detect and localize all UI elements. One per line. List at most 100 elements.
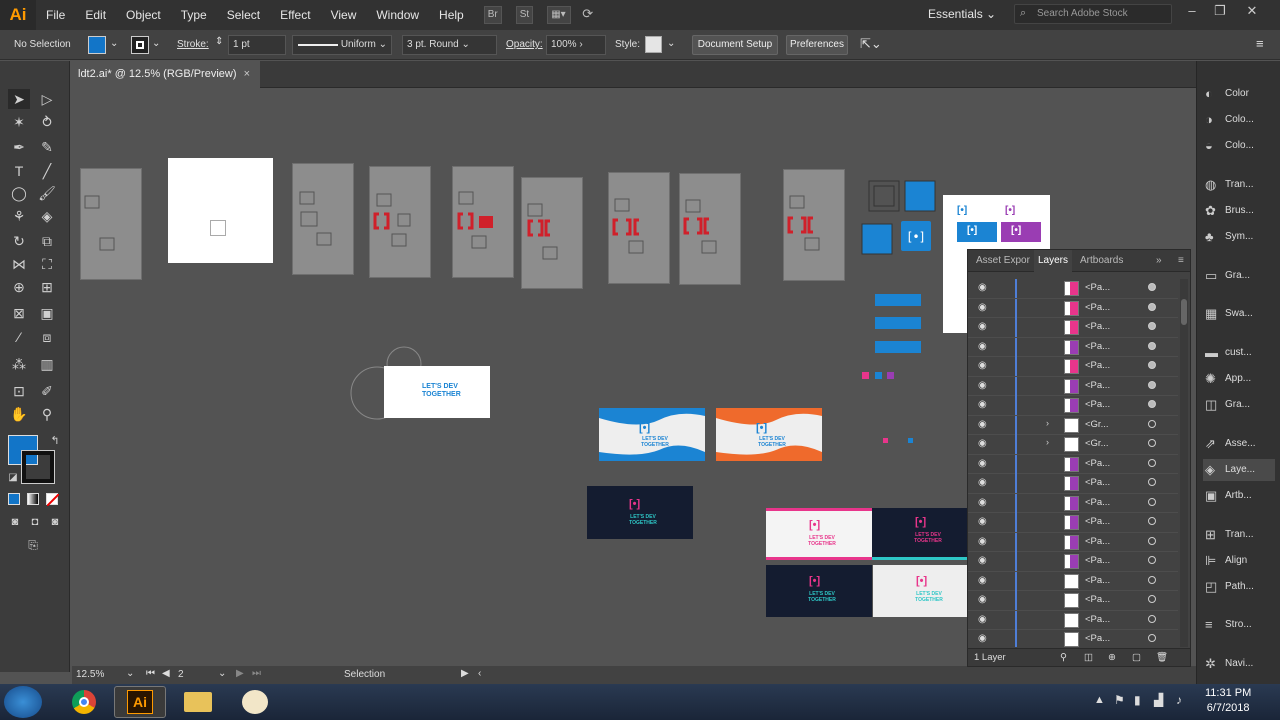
chevron-down-icon[interactable]: ⌄ xyxy=(126,668,134,679)
dock-swatches[interactable]: ▦ Swa... xyxy=(1203,303,1275,325)
menu-file[interactable]: File xyxy=(36,0,75,30)
visibility-eye-icon[interactable]: ◉ xyxy=(978,516,987,527)
menu-edit[interactable]: Edit xyxy=(75,0,116,30)
status-menu-icon[interactable]: ▶ xyxy=(461,668,469,679)
perspective-grid-tool-icon[interactable]: ⊞ xyxy=(36,277,58,297)
gradient-tool-icon[interactable]: ▣ xyxy=(36,303,58,323)
chevron-down-icon[interactable]: ⌄ xyxy=(110,38,118,49)
line-tool-icon[interactable]: ╱ xyxy=(36,161,58,181)
last-artboard-icon[interactable]: ⏭ xyxy=(252,668,261,679)
layer-name[interactable]: <Pa... xyxy=(1085,477,1110,488)
visibility-eye-icon[interactable]: ◉ xyxy=(978,497,987,508)
target-indicator-icon[interactable] xyxy=(1148,283,1156,291)
scroll-left-icon[interactable]: ‹ xyxy=(478,668,481,679)
layer-row[interactable]: ◉ <Pa... xyxy=(968,454,1178,474)
blend-tool-icon[interactable]: ⧈ xyxy=(36,327,58,347)
shaper-tool-icon[interactable]: ⚘ xyxy=(8,206,30,226)
free-transform-tool-icon[interactable]: ⛶ xyxy=(36,254,58,274)
target-indicator-icon[interactable] xyxy=(1148,419,1156,428)
previous-artboard-icon[interactable]: ◀ xyxy=(162,668,170,679)
dock-color-themes[interactable]: ◒ Colo... xyxy=(1203,135,1275,157)
layer-name[interactable]: <Pa... xyxy=(1085,360,1110,371)
layer-name[interactable]: <Pa... xyxy=(1085,555,1110,566)
dock-color-guide[interactable]: ◑ Colo... xyxy=(1203,109,1275,131)
brush-definition[interactable]: 3 pt. Round ⌄ xyxy=(402,35,497,55)
restore-icon[interactable]: ❐ xyxy=(1208,2,1232,20)
file-explorer-taskbar-icon[interactable] xyxy=(172,686,224,718)
chevron-down-icon[interactable]: ⌄ xyxy=(667,38,675,49)
visibility-eye-icon[interactable]: ◉ xyxy=(978,633,987,644)
layer-name[interactable]: <Gr... xyxy=(1085,438,1109,449)
layer-row[interactable]: ◉ <Pa... xyxy=(968,337,1178,357)
target-indicator-icon[interactable] xyxy=(1148,517,1156,525)
business-card-navy-pink[interactable]: [•] LET'S DEV TOGETHER xyxy=(766,565,872,617)
layer-row[interactable]: ◉ <Pa... xyxy=(968,298,1178,318)
fill-swatch[interactable] xyxy=(88,36,106,54)
target-indicator-icon[interactable] xyxy=(1148,302,1156,311)
chrome-taskbar-icon[interactable] xyxy=(58,686,110,718)
visibility-eye-icon[interactable]: ◉ xyxy=(978,302,987,313)
close-window-icon[interactable]: ✕ xyxy=(1240,2,1264,20)
dock-artboards[interactable]: ▣ Artb... xyxy=(1203,485,1275,507)
battery-icon[interactable]: ▮ xyxy=(1134,693,1141,707)
network-icon[interactable]: ▟ xyxy=(1154,693,1163,707)
rotate-tool-icon[interactable]: ↻ xyxy=(8,231,30,251)
collapse-panel-icon[interactable]: » xyxy=(1152,250,1166,272)
layer-name[interactable]: <Gr... xyxy=(1085,419,1109,430)
paintbrush-tool-icon[interactable]: 🖌 xyxy=(36,183,58,203)
stroke-weight-field[interactable]: 1 pt xyxy=(228,35,286,55)
layer-row[interactable]: ◉ <Pa... xyxy=(968,532,1178,552)
dock-gradient[interactable]: ▭ Gra... xyxy=(1203,265,1275,287)
chevron-down-icon[interactable]: ⌄ xyxy=(152,38,160,49)
tab-asset-export[interactable]: Asset Expor xyxy=(972,250,1034,272)
dock-graphic-styles[interactable]: ◫ Gra... xyxy=(1203,394,1275,416)
target-indicator-icon[interactable] xyxy=(1148,458,1156,467)
document-setup-button[interactable]: Document Setup xyxy=(692,35,778,55)
visibility-eye-icon[interactable]: ◉ xyxy=(978,477,987,488)
target-indicator-icon[interactable] xyxy=(1148,634,1156,642)
dock-transform[interactable]: ⊞ Tran... xyxy=(1203,524,1275,546)
paint-taskbar-icon[interactable] xyxy=(230,686,282,718)
target-indicator-icon[interactable] xyxy=(1148,536,1156,545)
lasso-tool-icon[interactable]: ⥁ xyxy=(36,112,58,132)
dock-appearance[interactable]: ✺ App... xyxy=(1203,368,1275,390)
curvature-tool-icon[interactable]: ✎ xyxy=(36,137,58,157)
dock-pathfinder[interactable]: ◰ Path... xyxy=(1203,576,1275,598)
variable-width-profile[interactable]: Uniform ⌄ xyxy=(292,35,392,55)
tab-artboards[interactable]: Artboards xyxy=(1076,250,1127,272)
layer-row[interactable]: ◉ <Pa... xyxy=(968,357,1178,377)
locate-object-icon[interactable]: ⚲ xyxy=(1060,649,1067,667)
panel-menu-icon[interactable]: ≡ xyxy=(1174,250,1188,272)
layer-name[interactable]: <Pa... xyxy=(1085,341,1110,352)
delete-layer-icon[interactable]: 🗑 xyxy=(1156,649,1168,667)
gpu-performance-icon[interactable]: ⟳ xyxy=(579,6,601,24)
system-clock[interactable]: 11:31 PM 6/7/2018 xyxy=(1205,686,1251,716)
dock-libraries[interactable]: ▬ cust... xyxy=(1203,342,1275,364)
search-adobe-stock-input[interactable]: ⌕ Search Adobe Stock xyxy=(1014,4,1172,24)
layer-name[interactable]: <Pa... xyxy=(1085,302,1110,313)
eyedropper-tool-icon[interactable]: ⁄ xyxy=(8,327,30,347)
layer-name[interactable]: <Pa... xyxy=(1085,633,1110,644)
visibility-eye-icon[interactable]: ◉ xyxy=(978,282,987,293)
scale-tool-icon[interactable]: ⧉ xyxy=(36,231,58,251)
layer-row[interactable]: ◉ <Pa... xyxy=(968,630,1178,647)
stroke-stepper-icon[interactable]: ⇕ xyxy=(215,36,223,47)
visibility-eye-icon[interactable]: ◉ xyxy=(978,341,987,352)
menu-help[interactable]: Help xyxy=(429,0,474,30)
business-card-navy[interactable]: [•] LET'S DEV TOGETHER xyxy=(587,486,693,539)
new-layer-icon[interactable]: ▢ xyxy=(1132,649,1141,667)
next-artboard-icon[interactable]: ▶ xyxy=(236,668,244,679)
chevron-down-icon[interactable]: ⌄ xyxy=(218,668,226,679)
target-indicator-icon[interactable] xyxy=(1148,556,1156,564)
menu-effect[interactable]: Effect xyxy=(270,0,320,30)
layer-name[interactable]: <Pa... xyxy=(1085,497,1110,508)
tab-layers[interactable]: Layers xyxy=(1034,250,1073,272)
dock-stroke[interactable]: ≡ Stro... xyxy=(1203,614,1275,636)
first-artboard-icon[interactable]: ⏮ xyxy=(146,668,155,679)
layer-row[interactable]: ◉ <Pa... xyxy=(968,279,1178,299)
visibility-eye-icon[interactable]: ◉ xyxy=(978,419,987,430)
visibility-eye-icon[interactable]: ◉ xyxy=(978,438,987,449)
arrange-documents-icon[interactable]: ▦▾ xyxy=(547,6,572,24)
target-indicator-icon[interactable] xyxy=(1148,380,1156,389)
layers-scrollbar[interactable] xyxy=(1180,279,1188,647)
